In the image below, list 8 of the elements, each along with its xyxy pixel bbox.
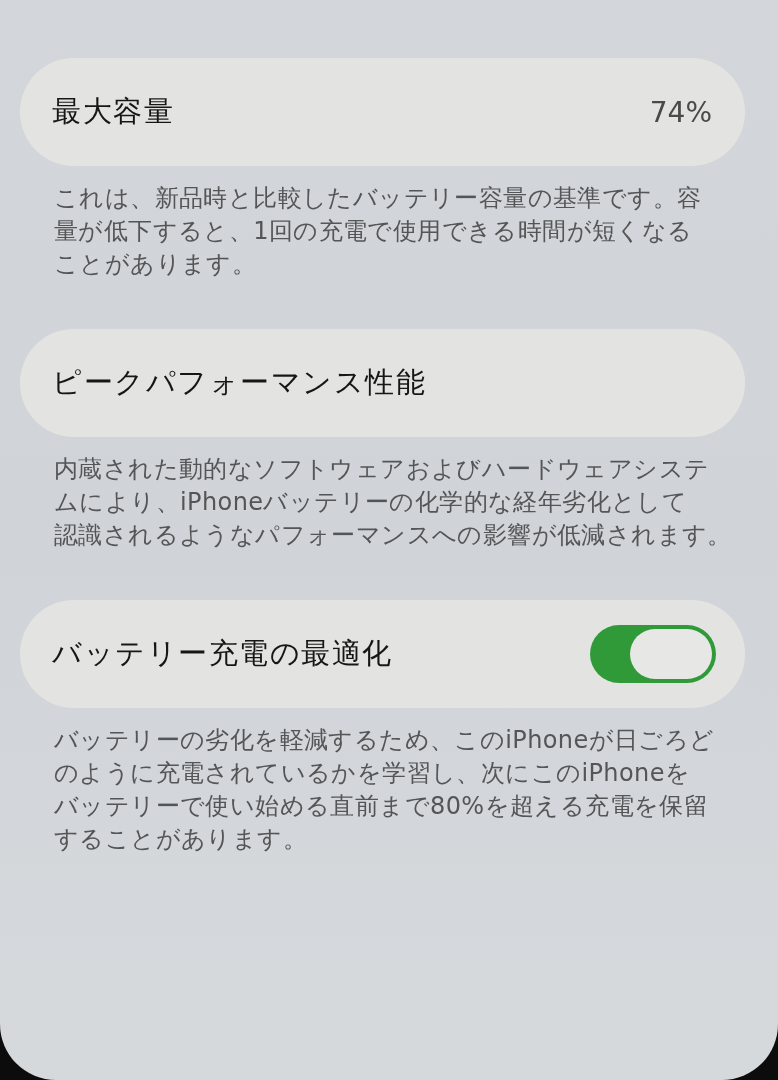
setting-description: 内蔵された動的なソフトウェアおよびハードウェアシステ ムにより、iPhoneバッテリーの化学的な経年劣化として 認識されるようなパフォーマンスへの影響が低減されます。	[54, 454, 733, 551]
setting-title: バッテリー充電の最適化	[52, 635, 393, 672]
toggle-switch[interactable]	[590, 625, 716, 683]
setting-description: これは、新品時と比較したバッテリー容量の基準です。容 量が低下すると、1回の充電で使用できる時間が短くなる ことがあります。	[54, 183, 703, 280]
setting-title: ピークパフォーマンス性能	[52, 364, 426, 401]
setting-title: 最大容量	[52, 93, 174, 130]
capacity-value: 74%	[649, 95, 713, 129]
setting-description: バッテリーの劣化を軽減するため、このiPhoneが日ごろど のように充電されているかを学習し、次にこのiPhoneを バッテリーで使い始める直前まで80%を超える充電を保留 することがあります。	[54, 725, 716, 855]
